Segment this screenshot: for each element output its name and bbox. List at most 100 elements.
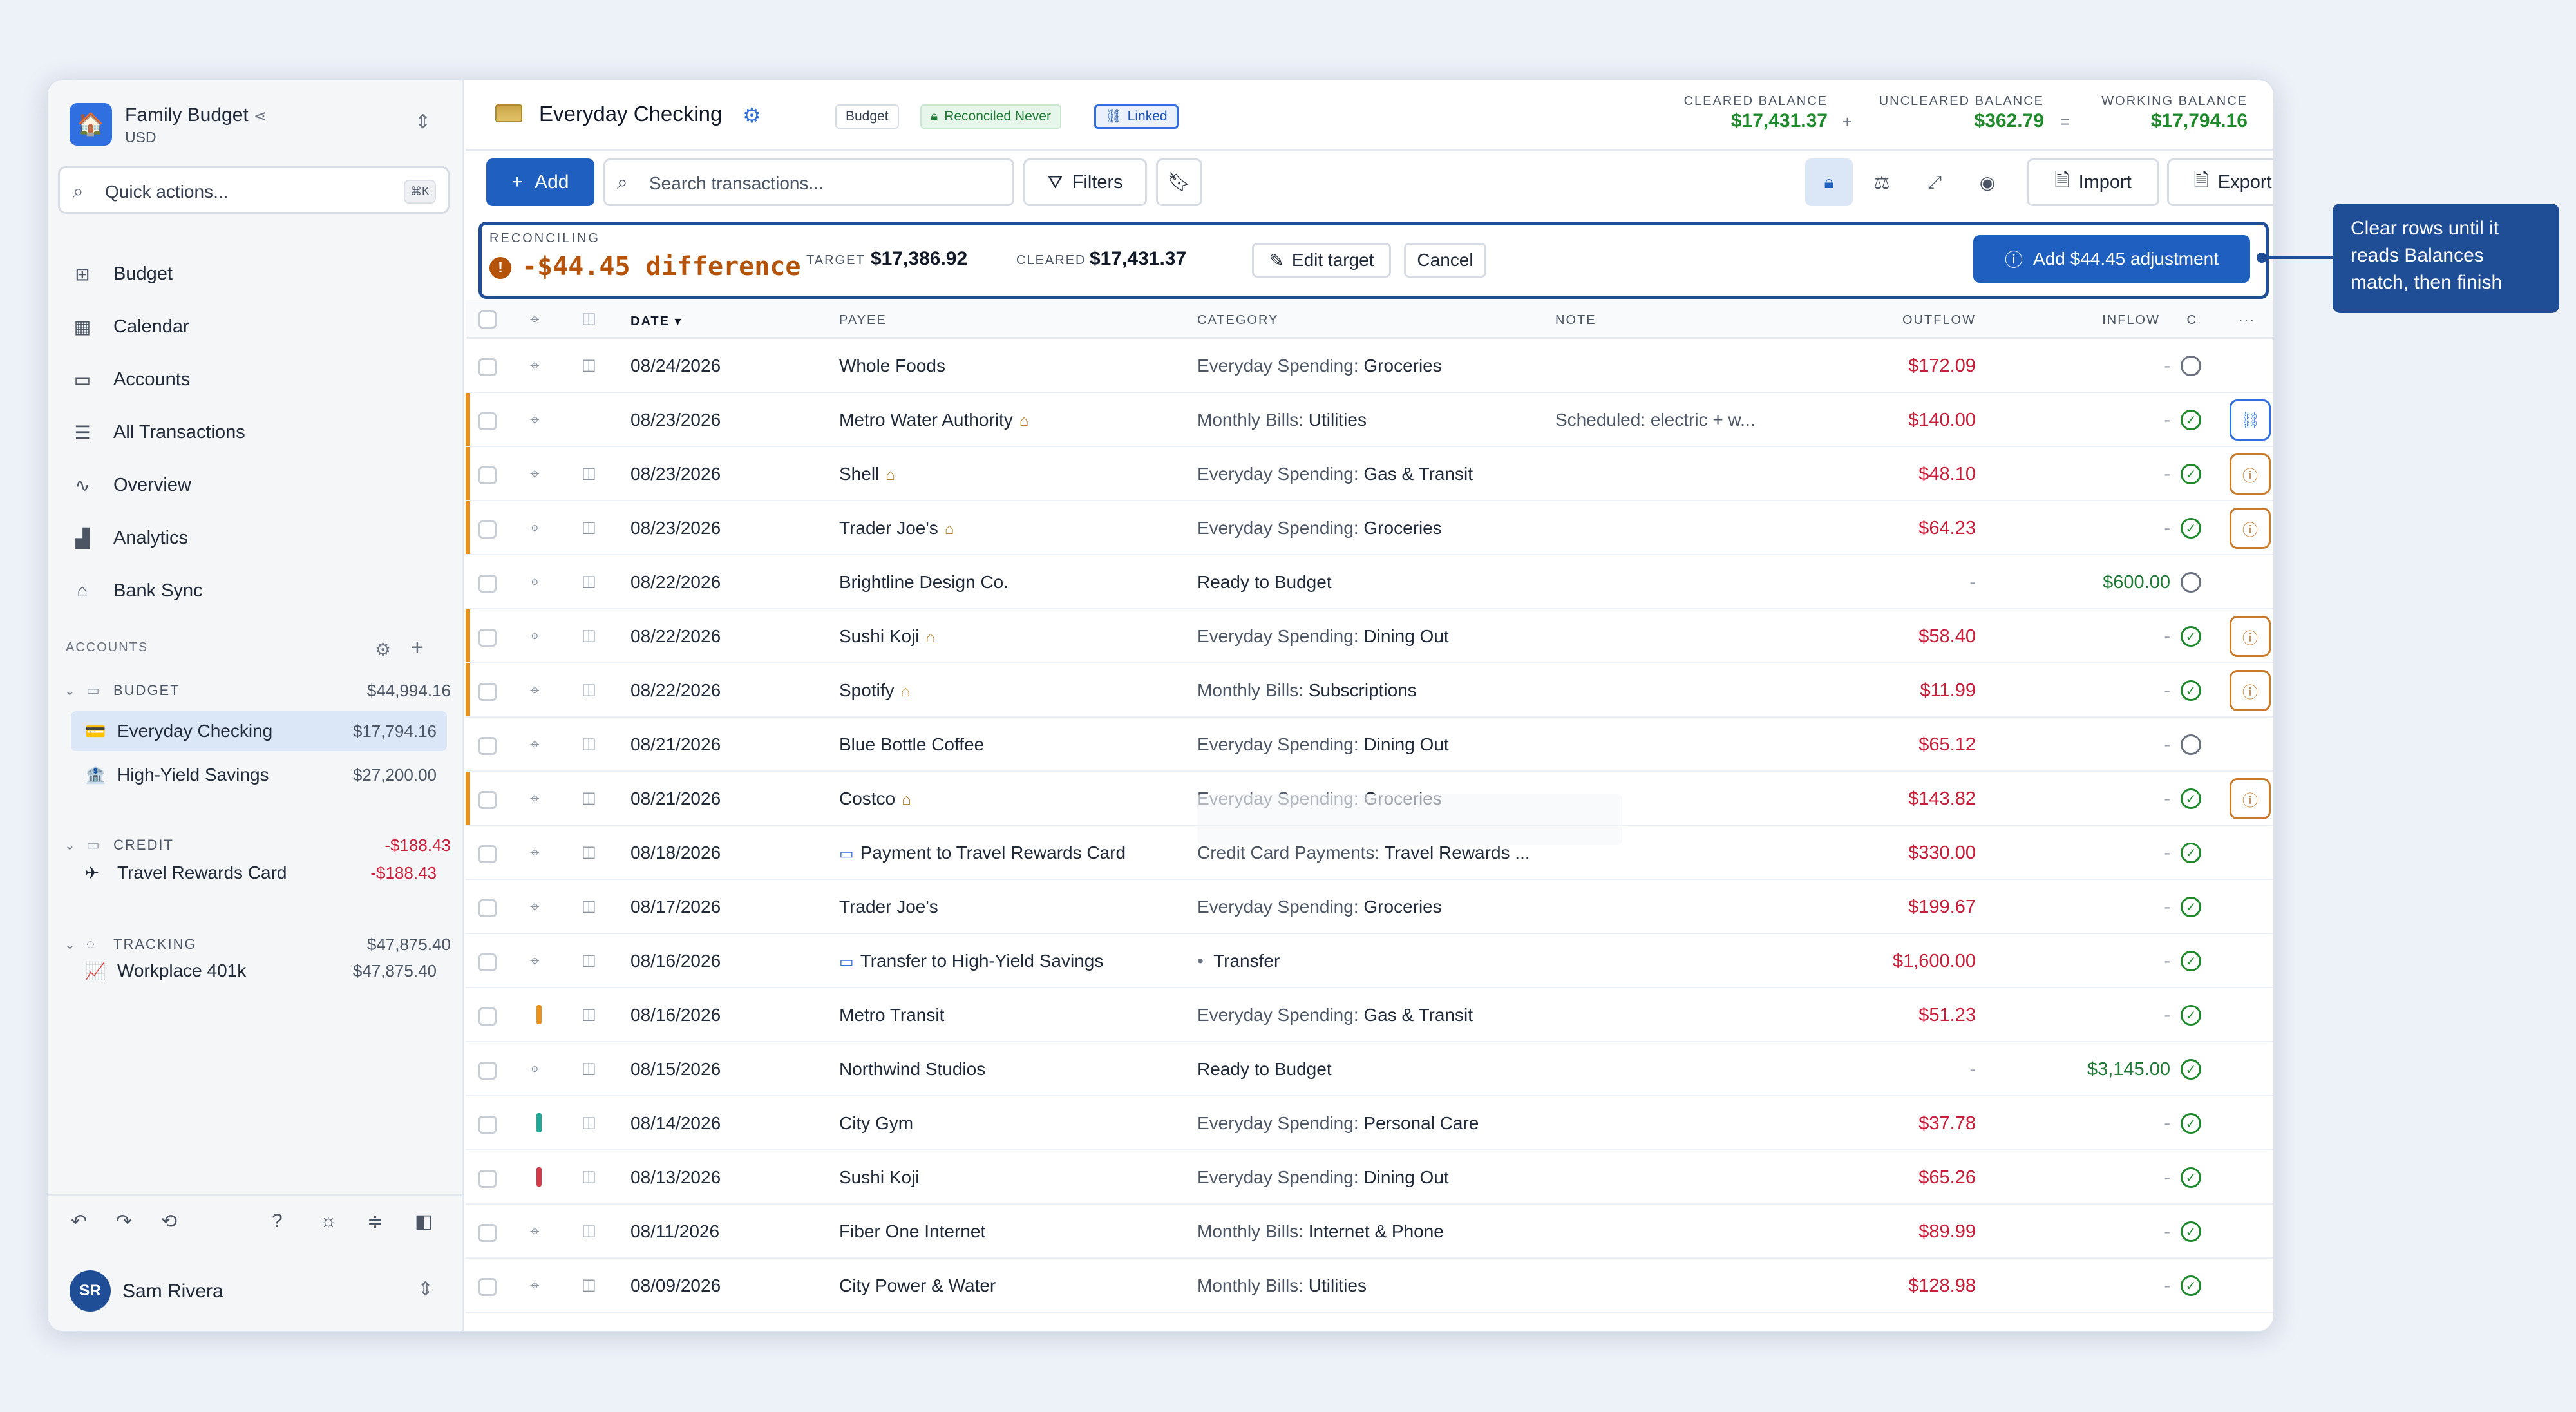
tag-icon[interactable]: ⌖ [530, 464, 540, 484]
tag-icon[interactable]: ⌖ [530, 951, 540, 971]
row-date[interactable]: 08/16/2026 [630, 1005, 721, 1026]
row-checkbox[interactable] [478, 520, 497, 539]
table-row[interactable]: ⌖ 08/23/2026 Metro Water Authority ⌂ Monthly… [466, 393, 2273, 447]
row-category[interactable]: Everyday Spending: Groceries [1197, 518, 1442, 539]
row-checkbox[interactable] [478, 1278, 497, 1296]
sliders-icon[interactable]: ≑ [367, 1210, 383, 1233]
history-icon[interactable]: ⟲ [161, 1210, 177, 1233]
row-category[interactable]: Everyday Spending: Gas & Transit [1197, 464, 1473, 484]
camera-icon[interactable]: ◫ [582, 680, 596, 699]
row-outflow[interactable]: $51.23 [1918, 1005, 1976, 1026]
row-outflow[interactable]: - [1969, 1059, 1976, 1080]
row-payee[interactable]: Shell ⌂ [839, 464, 895, 484]
row-payee[interactable]: Trader Joe's [839, 897, 938, 917]
row-outflow[interactable]: $1,600.00 [1893, 951, 1976, 972]
table-row[interactable]: ⌖ ◫ 08/15/2026 Northwind Studios Ready to B… [466, 1042, 2273, 1096]
row-category[interactable]: Everyday Spending: Gas & Transit [1197, 1005, 1473, 1026]
sidebar-account-high-yield-savings[interactable]: 🏦 High-Yield Savings $27,200.00 [71, 755, 447, 795]
sidebar-item-analytics[interactable]: ▟ Analytics [48, 511, 462, 564]
add-account-icon[interactable]: + [411, 635, 424, 660]
row-date[interactable]: 08/09/2026 [630, 1275, 721, 1296]
table-row[interactable]: ⌖ ◫ 08/11/2026 Fiber One Internet Monthly Bi… [466, 1205, 2273, 1259]
column-header-payee[interactable]: PAYEE [839, 313, 887, 328]
quick-actions-input[interactable]: ⌕ Quick actions... ⌘K [58, 166, 450, 214]
row-payee[interactable]: Trader Joe's ⌂ [839, 518, 954, 539]
sidebar-account-workplace-401k[interactable]: 📈 Workplace 401k $47,875.40 [71, 951, 447, 991]
row-category[interactable]: Monthly Bills: Utilities [1197, 1275, 1367, 1296]
table-row[interactable]: ◫ 08/13/2026 Sushi Koji Everyday Spending: … [466, 1150, 2273, 1205]
tag-icon[interactable]: ⌖ [530, 518, 540, 539]
row-category[interactable]: Everyday Spending: Groceries [1197, 356, 1442, 376]
row-date[interactable]: 08/22/2026 [630, 626, 721, 647]
row-inflow[interactable]: - [2164, 1275, 2170, 1297]
row-date[interactable]: 08/22/2026 [630, 572, 721, 593]
row-checkbox[interactable] [478, 845, 497, 863]
account-group-budget[interactable]: ⌄ ▭ BUDGET $44,994.16 [64, 678, 451, 703]
row-checkbox[interactable] [478, 737, 497, 755]
row-inflow[interactable]: - [2164, 843, 2170, 864]
table-row[interactable]: ⌖ ◫ 08/23/2026 Trader Joe's ⌂ Everyday Spendi… [466, 501, 2273, 555]
row-date[interactable]: 08/18/2026 [630, 843, 721, 863]
row-inflow[interactable]: - [2164, 626, 2170, 647]
review-warning-button[interactable]: ⓘ [2230, 453, 2271, 495]
sidebar-account-travel-rewards-card[interactable]: ✈ Travel Rewards Card -$188.43 [71, 853, 447, 893]
row-category[interactable]: Everyday Spending: Dining Out [1197, 626, 1449, 647]
row-payee[interactable]: Whole Foods [839, 356, 945, 376]
row-inflow[interactable]: $3,145.00 [2087, 1059, 2170, 1080]
column-header-cleared[interactable]: C [2187, 313, 2197, 328]
row-inflow[interactable]: - [2164, 410, 2170, 431]
tag-icon[interactable]: ⌖ [530, 788, 540, 809]
row-payee[interactable]: Metro Water Authority ⌂ [839, 410, 1028, 430]
table-row[interactable]: ⌖ ◫ 08/22/2026 Spotify ⌂ Monthly Bills: Subsc… [466, 663, 2273, 718]
cleared-check-icon[interactable]: ✓ [2181, 788, 2201, 809]
camera-icon[interactable]: ◫ [582, 1005, 596, 1024]
sun-icon[interactable]: ☼ [319, 1210, 337, 1232]
row-outflow[interactable]: - [1969, 572, 1976, 593]
add-transaction-button[interactable]: + Add [486, 158, 594, 206]
table-row[interactable]: ⌖ ◫ 08/21/2026 Blue Bottle Coffee Everyday S… [466, 718, 2273, 772]
row-checkbox[interactable] [478, 899, 497, 917]
row-date[interactable]: 08/14/2026 [630, 1113, 721, 1134]
avatar[interactable]: SR [70, 1270, 111, 1312]
camera-icon[interactable]: ◫ [582, 518, 596, 537]
row-inflow[interactable]: - [2164, 1005, 2170, 1026]
row-outflow[interactable]: $11.99 [1920, 680, 1976, 701]
sidebar-account-everyday-checking[interactable]: 💳 Everyday Checking $17,794.16 [71, 711, 447, 751]
column-header-category[interactable]: CATEGORY [1197, 313, 1278, 328]
row-checkbox[interactable] [478, 1116, 497, 1134]
row-payee[interactable]: Costco ⌂ [839, 788, 911, 809]
camera-icon[interactable]: ◫ [582, 1275, 596, 1294]
tag-icon[interactable]: ⌖ [530, 734, 540, 755]
camera-icon[interactable]: ◫ [582, 626, 596, 645]
cleared-check-icon[interactable]: ✓ [2181, 951, 2201, 971]
workspace-switcher-chevron-icon[interactable]: ⇕ [415, 111, 431, 133]
cleared-check-icon[interactable]: ✓ [2181, 1005, 2201, 1026]
camera-icon[interactable]: ◫ [582, 464, 596, 482]
row-category[interactable]: Monthly Bills: Internet & Phone [1197, 1221, 1444, 1242]
row-payee[interactable]: City Gym [839, 1113, 913, 1134]
row-outflow[interactable]: $48.10 [1918, 464, 1976, 485]
filters-button[interactable]: ⛛ Filters [1023, 158, 1147, 206]
row-category[interactable]: Ready to Budget [1197, 1059, 1332, 1080]
row-category[interactable]: Monthly Bills: Utilities [1197, 410, 1367, 430]
sidebar-item-budget[interactable]: ⊞ Budget [48, 247, 462, 300]
undo-icon[interactable]: ↶ [71, 1210, 87, 1233]
row-outflow[interactable]: $199.67 [1908, 897, 1976, 918]
tag-icon[interactable]: ⌖ [530, 356, 540, 376]
row-category[interactable]: Monthly Bills: Subscriptions [1197, 680, 1417, 701]
cleared-check-icon[interactable]: ✓ [2181, 1275, 2201, 1296]
row-checkbox[interactable] [478, 1062, 497, 1080]
tag-icon[interactable]: ⌖ [530, 572, 540, 593]
table-row[interactable]: ◫ 08/14/2026 City Gym Everyday Spending: Pe… [466, 1096, 2273, 1150]
camera-icon[interactable]: ◫ [582, 572, 596, 591]
column-header-inflow[interactable]: INFLOW [2102, 313, 2160, 328]
row-date[interactable]: 08/22/2026 [630, 680, 721, 701]
link-match-button[interactable]: ⛓ [2230, 399, 2271, 441]
column-header-date[interactable]: DATE ▾ [630, 313, 683, 329]
import-button[interactable]: 🗎 Import [2027, 158, 2159, 206]
help-icon[interactable]: ? [272, 1210, 283, 1232]
row-note[interactable]: Scheduled: electric + w... [1555, 410, 1756, 430]
review-warning-button[interactable]: ⓘ [2230, 778, 2271, 819]
camera-icon[interactable]: ◫ [582, 734, 596, 753]
expand-button[interactable]: ⤢ [1911, 158, 1958, 206]
